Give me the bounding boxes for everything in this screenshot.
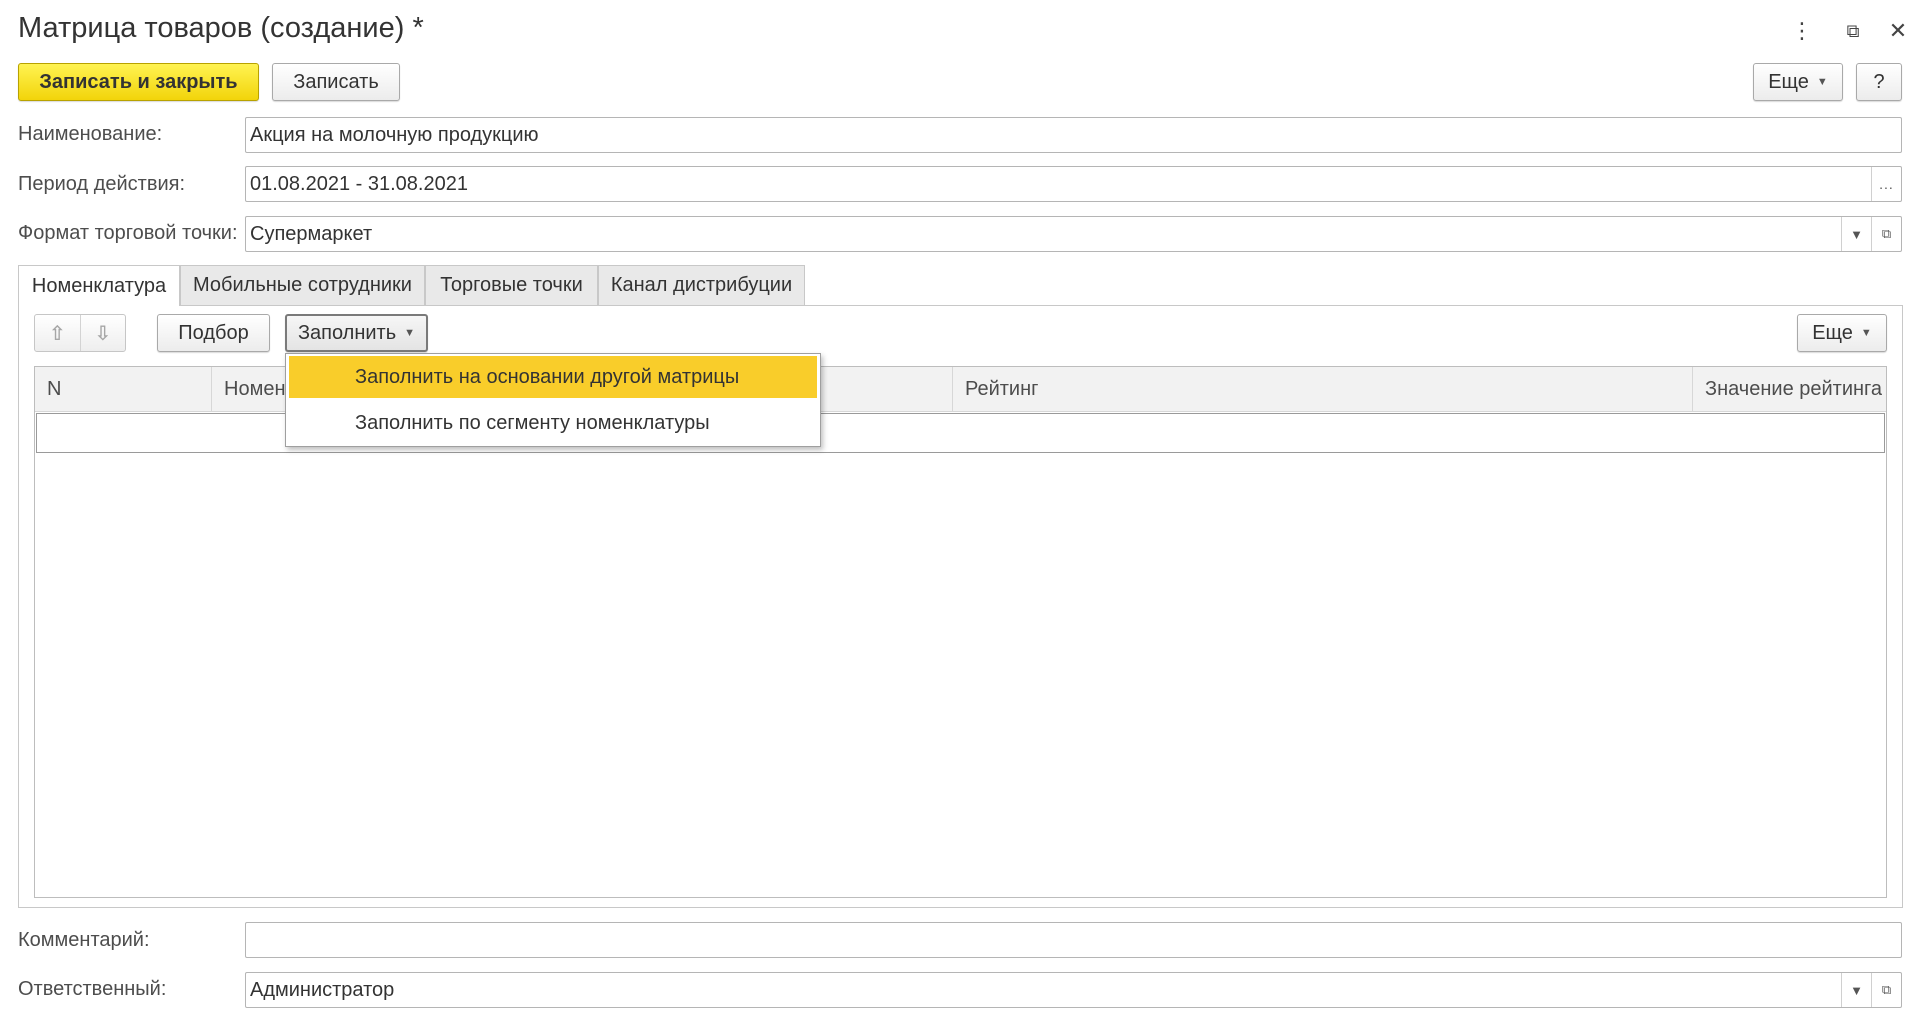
chevron-down-icon: ▼: [1860, 327, 1872, 339]
help-button[interactable]: ?: [1856, 63, 1902, 101]
responsible-label: Ответственный:: [18, 978, 167, 1000]
table-more-label: Еще: [1812, 321, 1853, 344]
format-label: Формат торговой точки:: [18, 222, 238, 244]
chevron-down-icon: ▼: [404, 327, 416, 339]
dropdown-chevron-icon[interactable]: ▼: [1841, 973, 1871, 1007]
period-value: 01.08.2021 - 31.08.2021: [250, 172, 468, 195]
fill-button-label: Заполнить: [297, 321, 397, 344]
comment-label: Комментарий:: [18, 929, 150, 951]
menu-item-fill-by-segment[interactable]: Заполнить по сегменту номенклатуры: [289, 402, 817, 444]
comment-field[interactable]: [245, 922, 1902, 958]
name-label: Наименование:: [18, 123, 163, 145]
format-field[interactable]: Супермаркет ▼ ⧉: [245, 216, 1902, 252]
name-field[interactable]: Акция на молочную продукцию: [245, 117, 1902, 153]
period-select-button[interactable]: ...: [1871, 167, 1901, 201]
column-header-rating-value[interactable]: Значение рейтинга: [1692, 367, 1886, 411]
fill-dropdown-menu: Заполнить на основании другой матрицы За…: [285, 353, 821, 447]
responsible-value: Администратор: [250, 978, 395, 1001]
more-button-label: Еще: [1768, 70, 1809, 93]
arrow-up-icon[interactable]: ⇧: [35, 315, 81, 351]
tab-distribution-channel[interactable]: Канал дистрибуции: [598, 265, 805, 305]
tab-nomenclature[interactable]: Номенклатура: [18, 265, 180, 306]
restore-icon[interactable]: ⧉: [1838, 16, 1868, 46]
move-buttons-group: ⇧ ⇩: [34, 314, 126, 352]
more-button[interactable]: Еще ▼: [1753, 63, 1843, 101]
close-icon[interactable]: ✕: [1883, 16, 1913, 46]
format-value: Супермаркет: [250, 222, 373, 245]
form-title: Матрица товаров (создание) *: [18, 12, 424, 44]
arrow-down-icon[interactable]: ⇩: [81, 315, 126, 351]
period-field[interactable]: 01.08.2021 - 31.08.2021 ...: [245, 166, 1902, 202]
name-value: Акция на молочную продукцию: [250, 123, 539, 146]
table-more-button[interactable]: Еще ▼: [1797, 314, 1887, 352]
tab-trade-points[interactable]: Торговые точки: [425, 265, 598, 305]
more-actions-icon[interactable]: ⋮: [1787, 16, 1817, 46]
responsible-field[interactable]: Администратор ▼ ⧉: [245, 972, 1902, 1008]
save-button[interactable]: Записать: [272, 63, 400, 101]
tab-mobile-employees[interactable]: Мобильные сотрудники: [180, 265, 425, 305]
open-icon[interactable]: ⧉: [1871, 217, 1901, 251]
column-header-rating[interactable]: Рейтинг: [952, 367, 1692, 411]
save-and-close-button[interactable]: Записать и закрыть: [18, 63, 259, 101]
open-icon[interactable]: ⧉: [1871, 973, 1901, 1007]
fill-button[interactable]: Заполнить ▼: [285, 314, 428, 352]
menu-item-fill-from-matrix[interactable]: Заполнить на основании другой матрицы: [289, 356, 817, 398]
pick-button[interactable]: Подбор: [157, 314, 270, 352]
column-header-n[interactable]: N: [35, 367, 211, 411]
period-label: Период действия:: [18, 173, 186, 195]
dropdown-chevron-icon[interactable]: ▼: [1841, 217, 1871, 251]
chevron-down-icon: ▼: [1816, 76, 1828, 88]
